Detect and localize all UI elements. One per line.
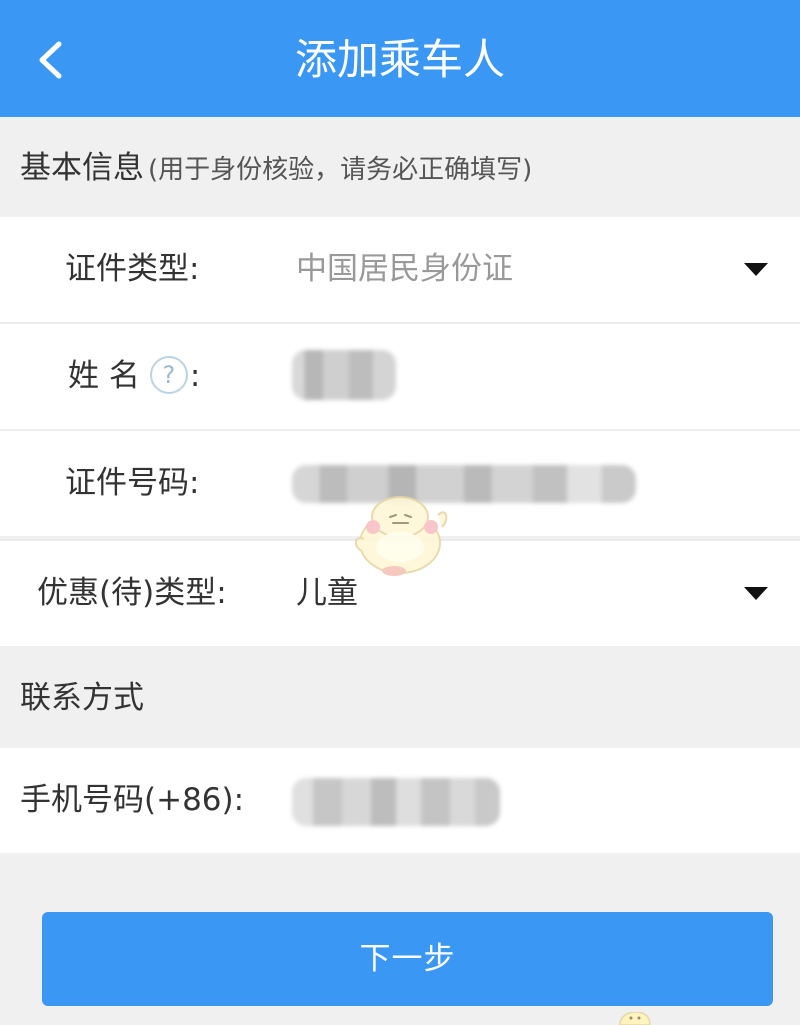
question-circle-icon[interactable]: ? <box>149 355 188 394</box>
phone-label: 手机号码(+86): <box>20 782 245 818</box>
basic-info-subtitle: (用于身份核验，请务必正确填写) <box>148 155 533 185</box>
caret-down-icon <box>744 587 768 600</box>
mascot-corner-icon <box>619 1012 651 1025</box>
id-type-value: 中国居民身份证 <box>296 251 513 287</box>
mascot-watermark-icon <box>354 496 448 576</box>
name-label: 姓 名?: <box>68 324 200 429</box>
name-label-text: 姓 名 <box>68 358 140 394</box>
discount-type-value: 儿童 <box>296 575 358 611</box>
next-step-button[interactable]: 下一步 <box>42 912 773 1006</box>
basic-info-section-header: 基本信息 (用于身份核验，请务必正确填写) <box>20 148 532 190</box>
contact-title: 联系方式 <box>20 680 144 716</box>
id-number-label: 证件号码: <box>65 465 200 501</box>
name-row: 姓 名?: <box>0 324 800 429</box>
id-type-row[interactable]: 证件类型: 中国居民身份证 <box>0 217 800 322</box>
page-title: 添加乘车人 <box>294 35 505 84</box>
id-type-label: 证件类型: <box>65 251 200 287</box>
name-input[interactable] <box>292 350 396 400</box>
discount-type-label: 优惠(待)类型: <box>37 575 227 611</box>
basic-info-title: 基本信息 <box>20 150 144 186</box>
caret-down-icon <box>744 263 768 276</box>
contact-section-header: 联系方式 <box>20 678 144 718</box>
id-number-input[interactable] <box>292 465 636 503</box>
app-header: 添加乘车人 <box>0 0 800 117</box>
phone-input[interactable] <box>292 778 500 826</box>
name-label-colon: : <box>189 358 201 394</box>
